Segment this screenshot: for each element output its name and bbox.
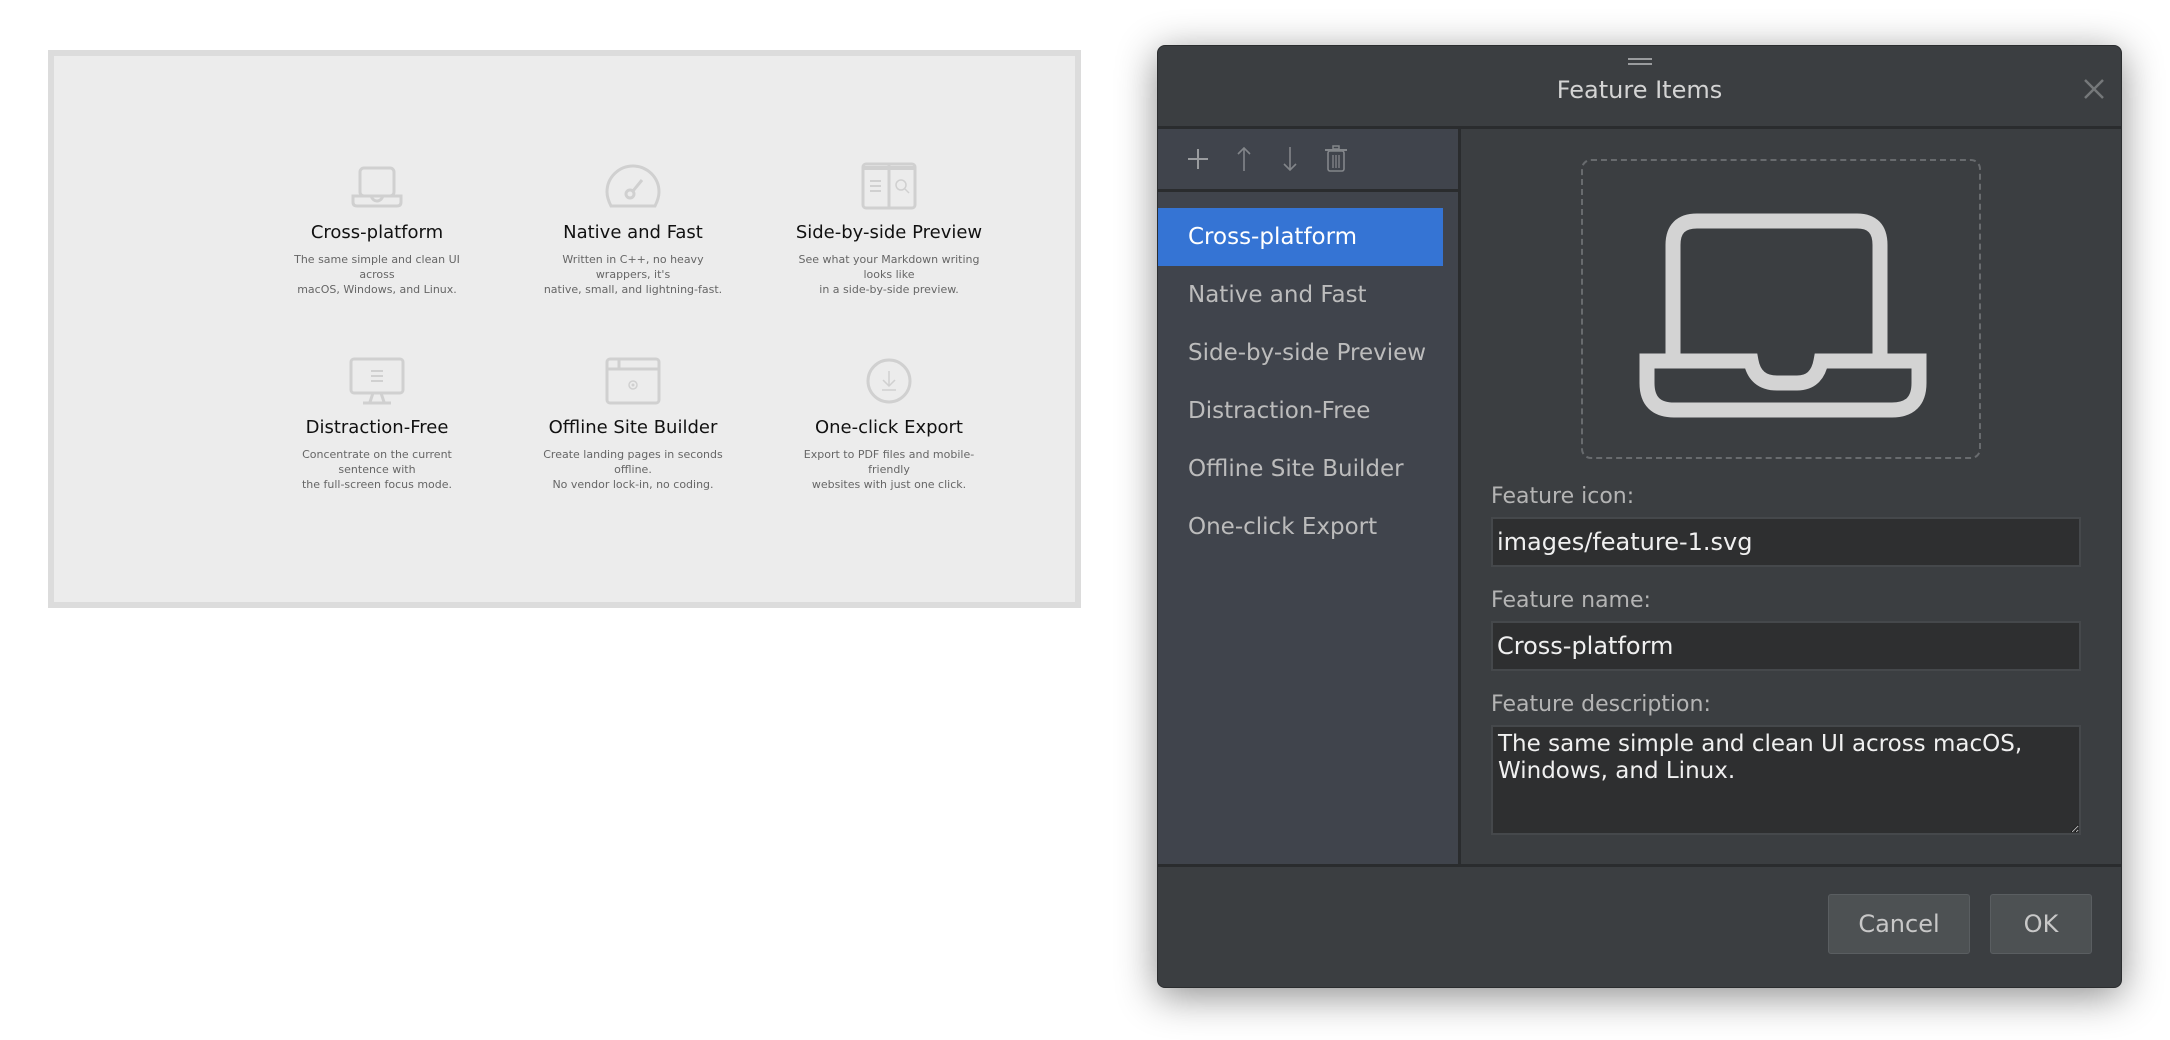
list-toolbar	[1158, 129, 1458, 192]
feature-editor: Feature icon: Feature name: Feature desc…	[1461, 129, 2121, 864]
feature-description-line: Export to PDF files and mobile-friendly	[803, 448, 975, 476]
laptop-icon	[351, 166, 403, 208]
feature-preview-panel: Cross-platform The same simple and clean…	[48, 50, 1081, 608]
arrow-up-icon	[1237, 146, 1251, 171]
feature-items-dialog: Feature Items Cross-platform Native and …	[1157, 45, 2122, 988]
feature-icon-label: Feature icon:	[1491, 484, 1635, 509]
arrow-down-icon	[1283, 147, 1297, 172]
feature-title: Native and Fast	[563, 222, 703, 243]
feature-list-panel: Cross-platform Native and Fast Side-by-s…	[1158, 129, 1461, 864]
feature-name-label: Feature name:	[1491, 588, 1651, 613]
feature-card: Distraction-Free Concentrate on the curr…	[257, 357, 497, 492]
feature-description: Written in C++, no heavy wrappers, it's …	[513, 252, 753, 297]
feature-description-label: Feature description:	[1491, 692, 1711, 717]
plus-icon	[1188, 149, 1208, 169]
feature-description-line: Concentrate on the current sentence with	[302, 448, 452, 476]
move-down-button[interactable]	[1278, 145, 1302, 173]
feature-description: Concentrate on the current sentence with…	[257, 447, 497, 492]
feature-description-line: The same simple and clean UI across	[294, 253, 460, 281]
browser-gear-icon	[605, 357, 661, 405]
close-button[interactable]	[2081, 76, 2107, 102]
speedometer-icon	[605, 164, 661, 208]
feature-icon-input[interactable]	[1491, 517, 2081, 567]
feature-list: Cross-platform Native and Fast Side-by-s…	[1158, 192, 1458, 556]
feature-title: Side-by-side Preview	[795, 222, 983, 243]
list-item-one-click-export[interactable]: One-click Export	[1158, 498, 1438, 556]
drag-handle-icon[interactable]	[1628, 58, 1652, 66]
list-item-side-by-side-preview[interactable]: Side-by-side Preview	[1158, 324, 1438, 382]
feature-description: The same simple and clean UI across macO…	[257, 252, 497, 297]
feature-name-input[interactable]	[1491, 621, 2081, 671]
delete-item-button[interactable]	[1324, 145, 1348, 173]
feature-description-line: macOS, Windows, and Linux.	[297, 283, 457, 296]
feature-description-line: the full-screen focus mode.	[301, 478, 453, 491]
feature-description-line: in a side-by-side preview.	[819, 283, 959, 296]
list-item-offline-site-builder[interactable]: Offline Site Builder	[1158, 440, 1438, 498]
list-item-native-and-fast[interactable]: Native and Fast	[1158, 266, 1438, 324]
list-item-distraction-free[interactable]: Distraction-Free	[1158, 382, 1438, 440]
feature-description: See what your Markdown writing looks lik…	[769, 252, 1009, 297]
trash-icon	[1325, 145, 1347, 172]
feature-description-line: websites with just one click.	[811, 478, 967, 491]
feature-description-line: No vendor lock-in, no coding.	[552, 478, 714, 491]
icon-preview-dropzone[interactable]	[1581, 159, 1981, 459]
feature-title: Offline Site Builder	[548, 417, 718, 438]
feature-description-line: Create landing pages in seconds offline.	[543, 448, 723, 476]
laptop-icon	[1639, 213, 1927, 418]
feature-description-line: Written in C++, no heavy wrappers, it's	[562, 253, 704, 281]
download-circle-icon	[866, 358, 912, 404]
ok-button[interactable]: OK	[1990, 894, 2092, 954]
dialog-title: Feature Items	[1556, 76, 1723, 104]
split-preview-icon	[861, 162, 917, 210]
feature-description-line: See what your Markdown writing looks lik…	[798, 253, 980, 281]
feature-title: One-click Export	[814, 417, 963, 438]
feature-description: Create landing pages in seconds offline.…	[513, 447, 753, 492]
feature-card: One-click Export Export to PDF files and…	[769, 357, 1009, 492]
move-up-button[interactable]	[1232, 145, 1256, 173]
feature-card: Offline Site Builder Create landing page…	[513, 357, 753, 492]
add-item-button[interactable]	[1186, 145, 1210, 173]
list-item-cross-platform[interactable]: Cross-platform	[1158, 208, 1443, 266]
feature-description-textarea[interactable]: The same simple and clean UI across macO…	[1491, 725, 2081, 835]
cancel-button[interactable]: Cancel	[1828, 894, 1970, 954]
feature-card: Native and Fast Written in C++, no heavy…	[513, 162, 753, 297]
close-icon	[2084, 79, 2104, 99]
feature-description: Export to PDF files and mobile-friendly …	[769, 447, 1009, 492]
footer-divider	[1158, 864, 2121, 867]
feature-card: Side-by-side Preview See what your Markd…	[769, 162, 1009, 297]
monitor-icon	[349, 357, 405, 405]
feature-card: Cross-platform The same simple and clean…	[257, 162, 497, 297]
feature-description-line: native, small, and lightning-fast.	[543, 283, 723, 296]
feature-title: Distraction-Free	[305, 417, 449, 438]
feature-title: Cross-platform	[310, 222, 444, 243]
